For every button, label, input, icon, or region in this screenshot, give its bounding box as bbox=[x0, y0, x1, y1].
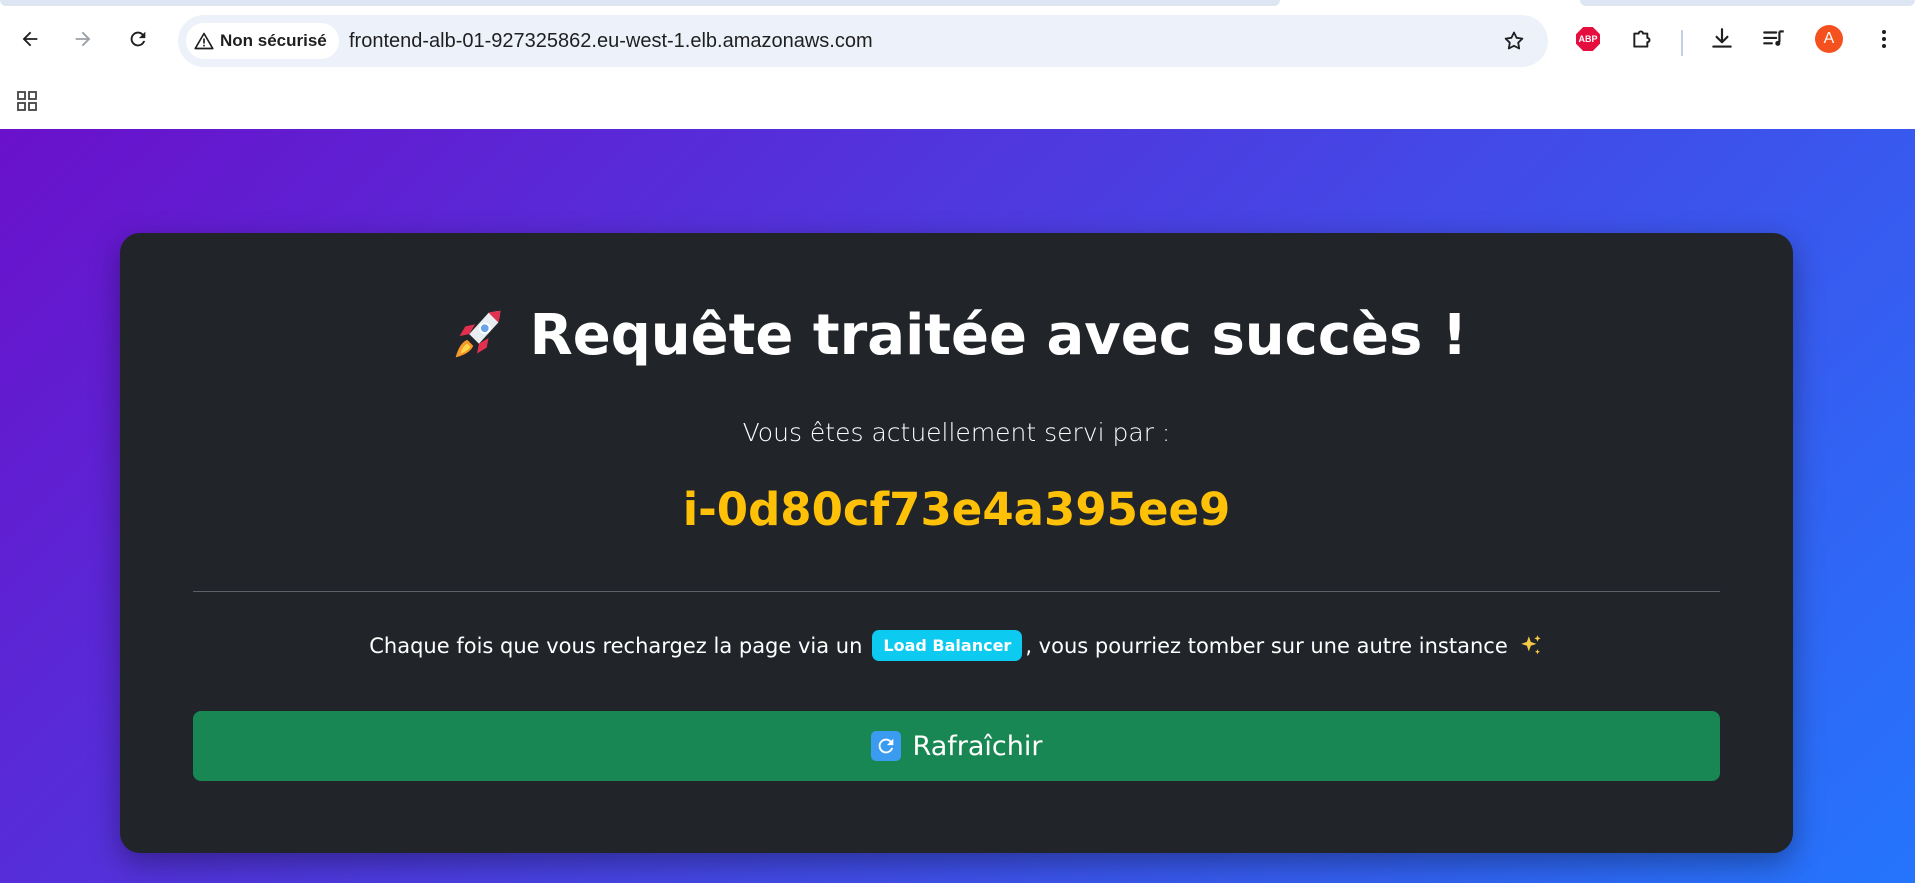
star-icon bbox=[1504, 31, 1524, 50]
downloads-button[interactable] bbox=[1705, 22, 1739, 56]
info-text: Chaque fois que vous rechargez la page v… bbox=[120, 630, 1793, 661]
refresh-icon bbox=[870, 731, 901, 761]
download-icon bbox=[1712, 28, 1732, 48]
url-text[interactable]: frontend-alb-01-927325862.eu-west-1.elb.… bbox=[349, 15, 873, 67]
divider bbox=[193, 591, 1720, 592]
security-label: Non sécurisé bbox=[220, 31, 327, 50]
puzzle-icon bbox=[1633, 30, 1651, 48]
avatar: A bbox=[1815, 25, 1843, 53]
page-viewport: Requête traitée avec succès ! Vous êtes … bbox=[0, 129, 1915, 883]
adblock-extension-button[interactable]: ABP bbox=[1571, 22, 1605, 56]
arrow-left-icon bbox=[22, 31, 38, 47]
back-button[interactable] bbox=[13, 22, 47, 56]
sparkles-icon bbox=[1520, 634, 1541, 654]
bookmark-star-button[interactable] bbox=[1500, 27, 1528, 55]
served-by-label: Vous êtes actuellement servi par : bbox=[742, 418, 1171, 447]
bookmarks-bar bbox=[0, 76, 1915, 129]
forward-button[interactable] bbox=[66, 22, 100, 56]
address-bar[interactable]: Non sécurisé frontend-alb-01-927325862.e… bbox=[178, 15, 1548, 67]
load-balancer-badge: Load Balancer bbox=[872, 630, 1023, 661]
profile-button[interactable]: A bbox=[1812, 22, 1846, 56]
result-card: Requête traitée avec succès ! Vous êtes … bbox=[120, 233, 1793, 853]
more-vertical-icon bbox=[1882, 30, 1886, 48]
browser-toolbar: Non sécurisé frontend-alb-01-927325862.e… bbox=[0, 8, 1915, 76]
adblock-icon: ABP bbox=[1576, 27, 1600, 51]
page-heading: Requête traitée avec succès ! bbox=[120, 303, 1793, 368]
info-text-before: Chaque fois que vous rechargez la page v… bbox=[369, 633, 863, 658]
instance-id: i-0d80cf73e4a395ee9 bbox=[682, 483, 1231, 536]
info-text-after: , vous pourriez tomber sur une autre ins… bbox=[1025, 633, 1508, 658]
refresh-button-label: Rafraîchir bbox=[912, 730, 1043, 762]
tab-background[interactable] bbox=[1580, 0, 1915, 6]
tab-strip bbox=[0, 0, 1915, 8]
reload-button[interactable] bbox=[121, 22, 155, 56]
warning-icon bbox=[194, 32, 214, 50]
arrow-right-icon bbox=[75, 31, 91, 47]
security-chip[interactable]: Non sécurisé bbox=[186, 23, 339, 59]
media-queue-icon bbox=[1763, 30, 1784, 46]
heading-text: Requête traitée avec succès ! bbox=[529, 303, 1468, 368]
refresh-button[interactable]: Rafraîchir bbox=[193, 711, 1720, 781]
apps-button[interactable] bbox=[12, 86, 42, 116]
toolbar-separator bbox=[1681, 30, 1683, 56]
reload-icon bbox=[130, 31, 146, 47]
rocket-icon bbox=[455, 310, 500, 357]
browser-menu-button[interactable] bbox=[1867, 22, 1901, 56]
media-controls-button[interactable] bbox=[1757, 22, 1791, 56]
apps-grid-icon bbox=[17, 91, 37, 111]
extensions-button[interactable] bbox=[1626, 22, 1660, 56]
tab-background[interactable] bbox=[0, 0, 1280, 6]
